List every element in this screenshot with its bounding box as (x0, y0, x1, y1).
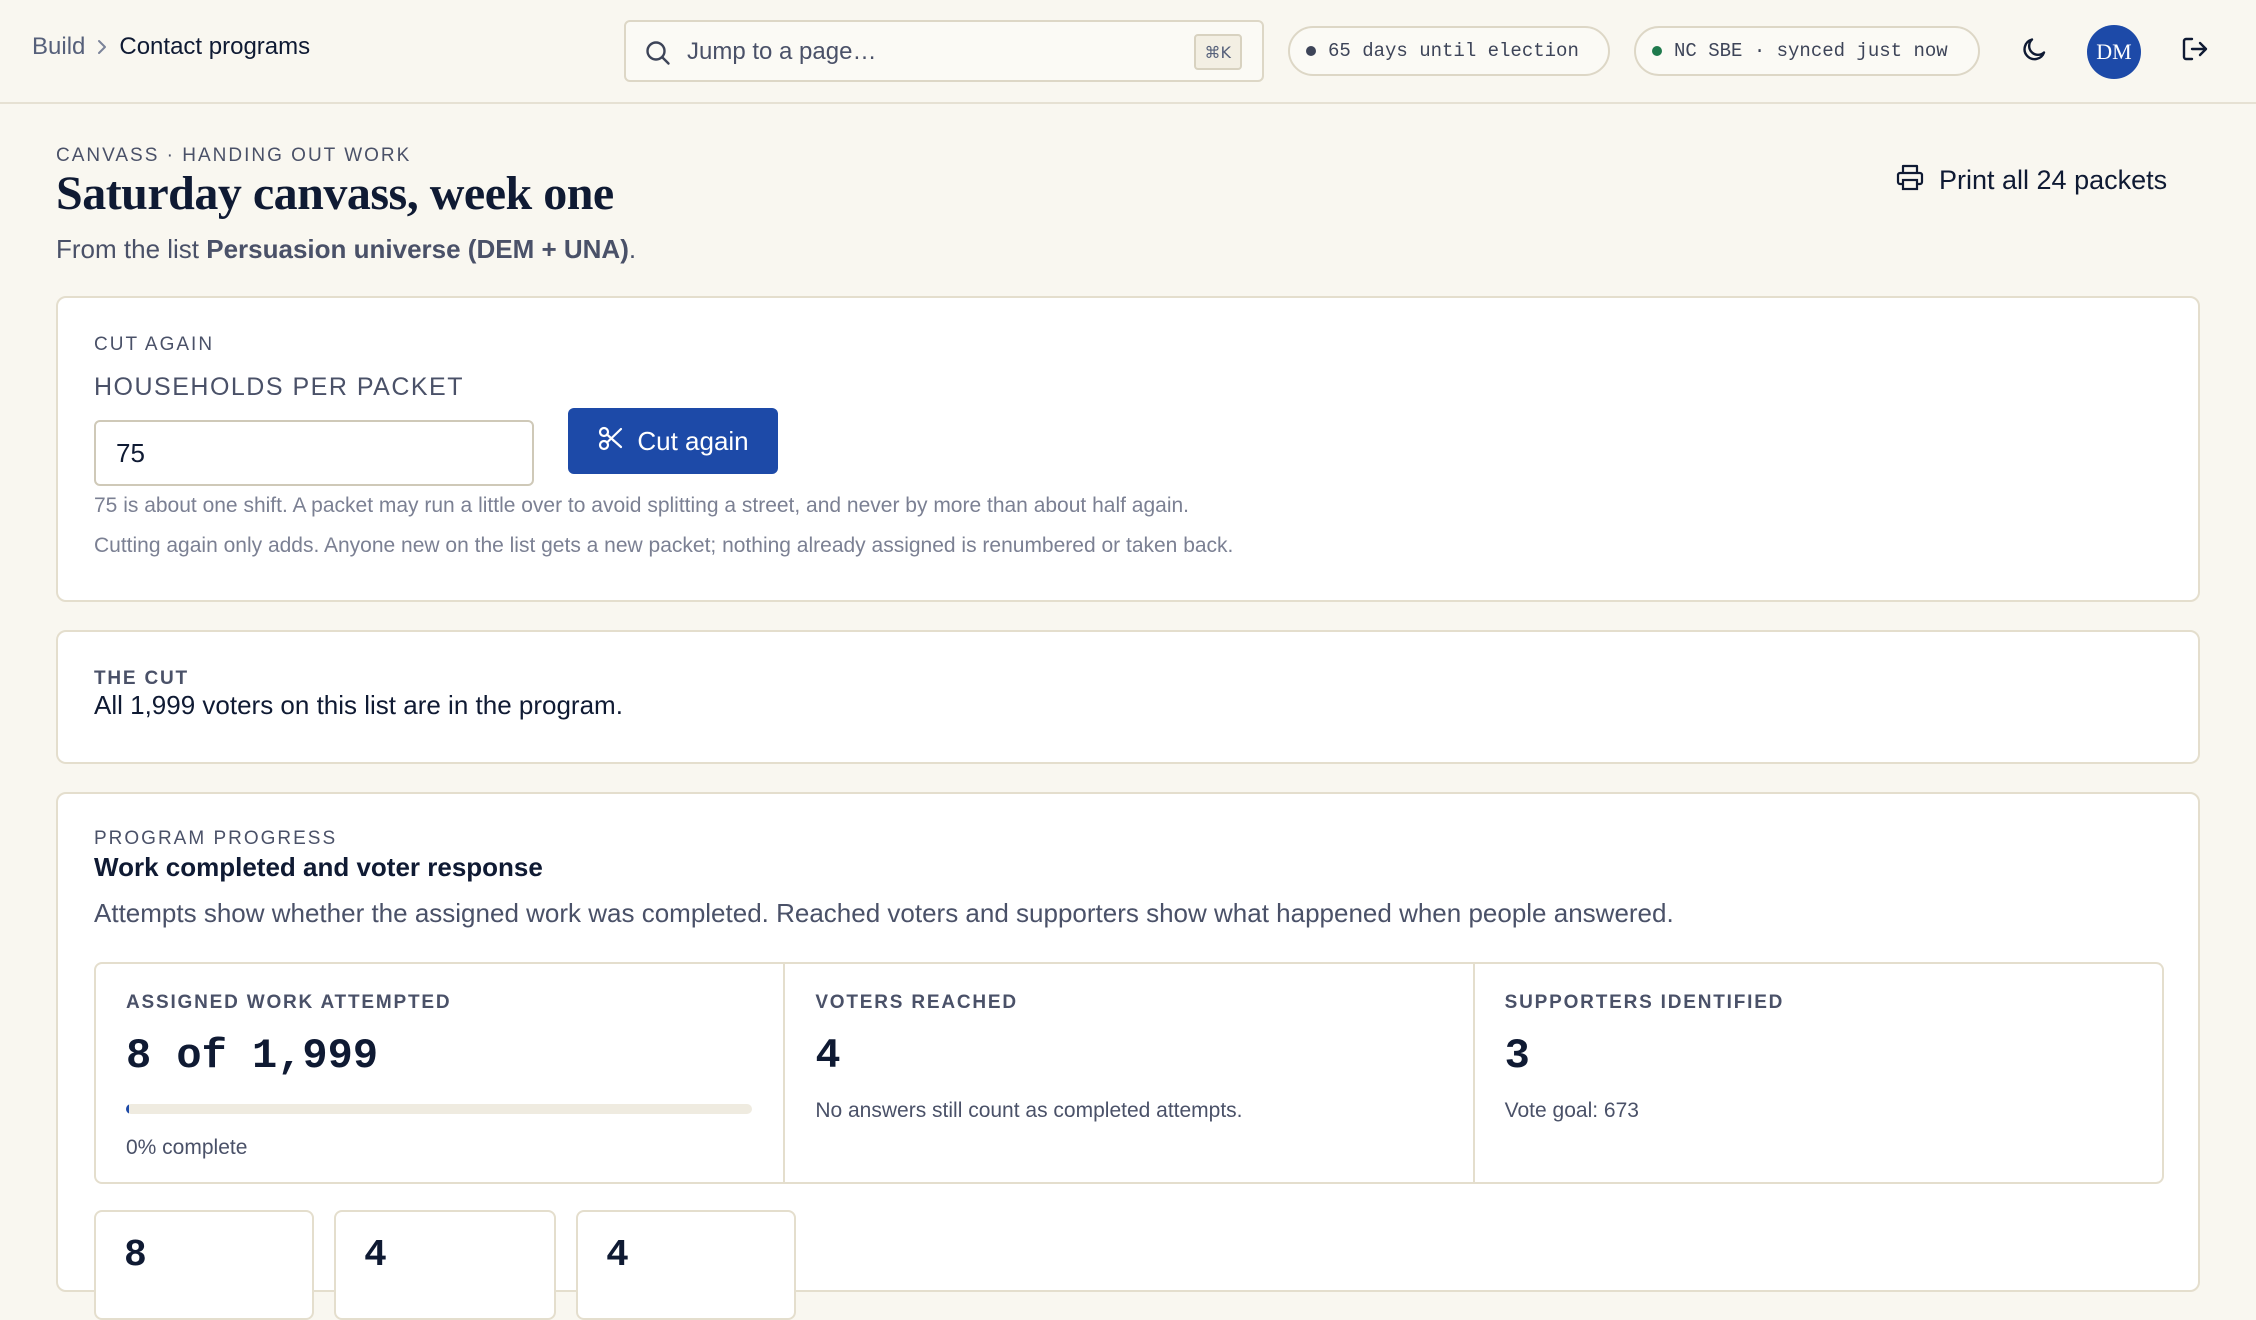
the-cut-summary: All 1,999 voters on this list are in the… (94, 690, 623, 720)
user-avatar[interactable]: DM (2087, 25, 2141, 79)
cut-again-hint: Cutting again only adds. Anyone new on t… (94, 534, 1234, 557)
the-cut-eyebrow: THE CUT (94, 668, 189, 689)
printer-icon (1895, 162, 1939, 199)
response-tile-value: 4 (364, 1234, 387, 1277)
page-title: Saturday canvass, week one (56, 167, 614, 220)
subtitle-prefix: From the list (56, 234, 207, 264)
stat-label: SUPPORTERS IDENTIFIED (1504, 992, 1785, 1013)
print-packets-button[interactable]: Print all 24 packets (1895, 162, 2167, 199)
households-per-packet-label: HOUSEHOLDS PER PACKET (94, 373, 465, 401)
program-progress-description: Attempts show whether the assigned work … (94, 898, 1674, 928)
stat-note: No answers still count as completed atte… (815, 1099, 1243, 1122)
stat-value: 3 (1504, 1032, 1530, 1080)
response-tile: 4 (334, 1210, 556, 1320)
logout-icon (2180, 34, 2210, 69)
program-progress-eyebrow: PROGRAM PROGRESS (94, 828, 338, 849)
search-placeholder: Jump to a page… (687, 38, 877, 65)
status-dot-icon (1306, 46, 1316, 56)
print-packets-label: Print all 24 packets (1939, 165, 2168, 195)
logout-button[interactable] (2178, 34, 2212, 68)
packet-size-hint: 75 is about one shift. A packet may run … (94, 494, 1189, 517)
search-shortcut-badge: ⌘K (1193, 34, 1242, 70)
sync-status-pill: NC SBE · synced just now (1634, 26, 1980, 76)
cut-again-eyebrow: CUT AGAIN (94, 334, 215, 355)
program-progress-card: PROGRAM PROGRESS Work completed and vote… (56, 792, 2200, 1320)
sync-dot-icon (1652, 46, 1662, 56)
stat-value: 8 of 1,999 (126, 1032, 379, 1080)
search-input[interactable]: Jump to a page… ⌘K (624, 20, 1264, 82)
response-tile-value: 8 (124, 1234, 147, 1277)
program-progress-title: Work completed and voter response (94, 852, 543, 882)
election-countdown-pill: 65 days until election (1288, 26, 1610, 76)
stat-note: 0% complete (126, 1136, 248, 1159)
page-eyebrow: CANVASS · HANDING OUT WORK (56, 145, 412, 166)
households-per-packet-input[interactable]: 75 (94, 420, 534, 486)
subtitle-suffix: . (628, 234, 637, 264)
cut-again-button[interactable]: Cut again (568, 408, 778, 474)
source-list-name: Persuasion universe (DEM + UNA) (206, 234, 629, 264)
top-bar: Build Contact programs Jump to a page… ⌘… (0, 0, 2256, 104)
stat-value: 4 (815, 1032, 841, 1080)
response-tile-value: 4 (606, 1234, 629, 1277)
response-breakdown-row: 8 4 4 (94, 1210, 796, 1320)
cut-again-button-label: Cut again (637, 425, 749, 456)
cut-again-card: CUT AGAIN HOUSEHOLDS PER PACKET 75 Cut a… (56, 296, 2200, 602)
sync-status-text: NC SBE · synced just now (1674, 40, 1948, 62)
page-subtitle: From the list Persuasion universe (DEM +… (56, 234, 636, 265)
progress-stats-grid: ASSIGNED WORK ATTEMPTED 8 of 1,999 0% co… (94, 962, 2164, 1184)
stat-label: ASSIGNED WORK ATTEMPTED (126, 992, 452, 1013)
theme-toggle-button[interactable] (2018, 34, 2052, 68)
chevron-right-icon (85, 38, 119, 56)
breadcrumb: Build Contact programs (32, 33, 310, 61)
response-tile: 8 (94, 1210, 314, 1320)
moon-icon (2020, 34, 2050, 69)
the-cut-card: THE CUT All 1,999 voters on this list ar… (56, 630, 2200, 764)
response-tile: 4 (576, 1210, 796, 1320)
breadcrumb-current: Contact programs (119, 33, 311, 60)
breadcrumb-build-link[interactable]: Build (32, 33, 85, 61)
stat-note: Vote goal: 673 (1504, 1099, 1639, 1122)
stat-label: VOTERS REACHED (815, 992, 1018, 1013)
attempts-progress-bar (126, 1104, 752, 1114)
attempts-progress-fill (126, 1104, 129, 1114)
stat-assigned-work-attempted: ASSIGNED WORK ATTEMPTED 8 of 1,999 0% co… (96, 964, 786, 1182)
election-countdown-text: 65 days until election (1328, 40, 1579, 62)
stat-supporters-identified: SUPPORTERS IDENTIFIED 3 Vote goal: 673 (1475, 964, 2162, 1182)
stat-voters-reached: VOTERS REACHED 4 No answers still count … (785, 964, 1475, 1182)
search-icon (644, 39, 672, 67)
scissors-icon (597, 424, 637, 459)
